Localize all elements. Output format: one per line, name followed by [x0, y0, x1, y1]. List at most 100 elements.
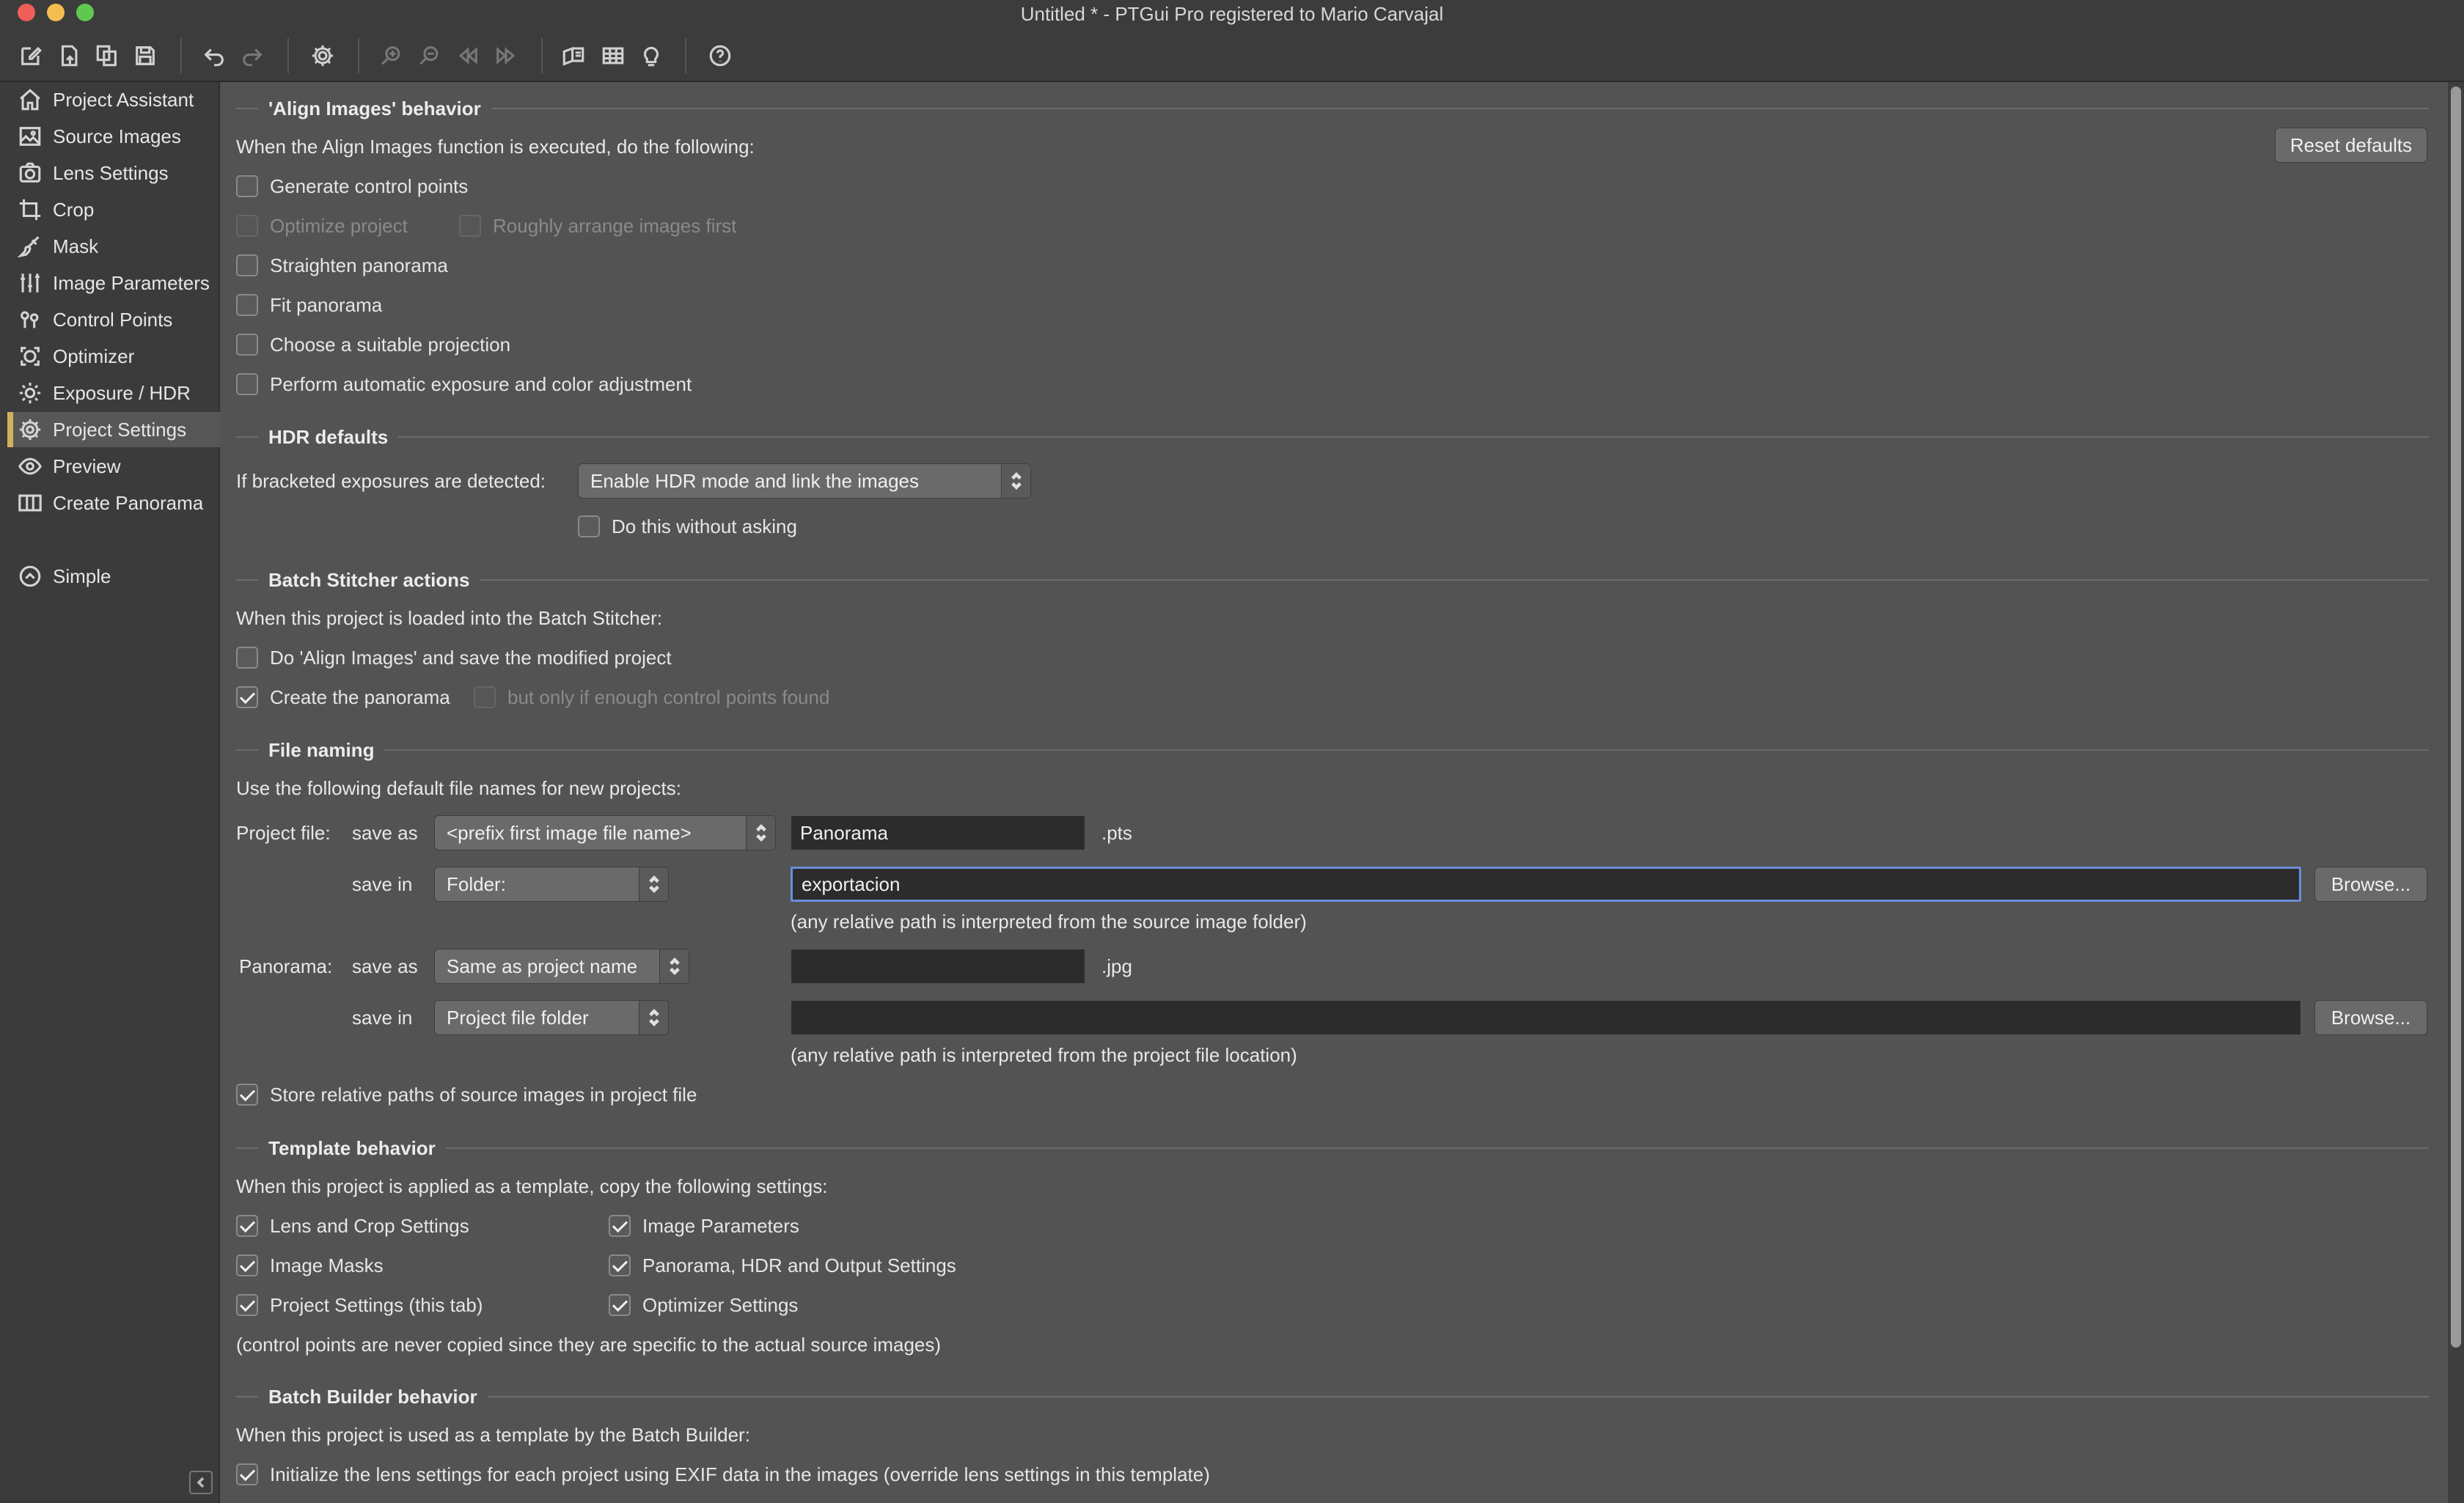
optimize-project-checkbox[interactable]: Optimize project	[236, 213, 408, 238]
roughly-arrange-checkbox[interactable]: Roughly arrange images first	[459, 213, 736, 238]
up-down-arrows-icon	[669, 958, 680, 975]
enough-control-points-checkbox[interactable]: but only if enough control points found	[474, 685, 829, 710]
sidebar-item-label: Optimizer	[53, 345, 135, 367]
auto-exposure-checkbox[interactable]: Perform automatic exposure and color adj…	[236, 372, 692, 397]
minimize-window-button[interactable]	[47, 4, 65, 21]
section-heading: HDR defaults	[268, 425, 389, 448]
template-note: (control points are never copied since t…	[236, 1334, 942, 1356]
sidebar-item-exposure-hdr[interactable]: Exposure / HDR	[7, 375, 220, 411]
image-masks-checkbox[interactable]: Image Masks	[236, 1253, 384, 1278]
project-settings-checkbox[interactable]: Project Settings (this tab)	[236, 1293, 483, 1318]
sidebar-item-label: Exposure / HDR	[53, 381, 191, 404]
sidebar-item-label: Preview	[53, 455, 121, 477]
open-project-icon[interactable]	[53, 40, 85, 72]
straighten-panorama-checkbox[interactable]: Straighten panorama	[236, 253, 448, 278]
sidebar-item-mask[interactable]: Mask	[7, 229, 220, 264]
panorama-name-input[interactable]	[791, 949, 1085, 984]
sidebar-item-project-settings[interactable]: Project Settings	[7, 412, 220, 447]
image-parameters-checkbox[interactable]: Image Parameters	[609, 1213, 799, 1238]
sidebar-item-control-points[interactable]: Control Points	[7, 302, 220, 337]
hdr-label: If bracketed exposures are detected:	[236, 470, 546, 492]
generate-control-points-checkbox[interactable]: Generate control points	[236, 174, 468, 199]
optimizer-settings-checkbox[interactable]: Optimizer Settings	[609, 1293, 798, 1318]
camera-icon	[19, 162, 41, 183]
sidebar-item-label: Project Settings	[53, 418, 187, 441]
section-batch-builder: Batch Builder behavior	[236, 1384, 2429, 1409]
sidebar-item-project-assistant[interactable]: Project Assistant	[7, 82, 220, 117]
panorama-editor-icon[interactable]	[557, 40, 590, 72]
create-panorama-checkbox[interactable]: Create the panorama	[236, 685, 450, 710]
batch-builder-intro: When this project is used as a template …	[236, 1424, 750, 1446]
chevron-up-circle-icon	[19, 565, 41, 587]
sidebar-item-label: Create Panorama	[53, 491, 204, 514]
undo-icon[interactable]	[198, 40, 230, 72]
section-template-behavior: Template behavior	[236, 1136, 2429, 1161]
hdr-mode-select[interactable]: Enable HDR mode and link the images	[578, 463, 1031, 499]
project-save-as-select[interactable]: <prefix first image file name>	[434, 815, 776, 850]
sidebar-item-source-images[interactable]: Source Images	[7, 119, 220, 154]
close-window-button[interactable]	[18, 4, 35, 21]
relative-paths-checkbox[interactable]: Store relative paths of source images in…	[236, 1082, 697, 1107]
previous-icon[interactable]	[452, 40, 484, 72]
panorama-folder-input[interactable]	[791, 1000, 2301, 1035]
section-heading: File naming	[268, 738, 375, 761]
panorama-browse-button[interactable]: Browse...	[2314, 1000, 2427, 1035]
align-and-save-checkbox[interactable]: Do 'Align Images' and save the modified …	[236, 645, 672, 670]
project-path-note: (any relative path is interpreted from t…	[791, 911, 1307, 933]
sidebar-item-simple[interactable]: Simple	[7, 559, 220, 594]
sidebar-item-label: Lens Settings	[53, 161, 169, 184]
next-icon[interactable]	[490, 40, 522, 72]
maximize-window-button[interactable]	[76, 4, 94, 21]
vertical-scrollbar[interactable]	[2448, 82, 2464, 1503]
zoom-out-icon[interactable]	[414, 40, 446, 72]
sidebar-item-label: Control Points	[53, 308, 173, 331]
project-save-in-select[interactable]: Folder:	[434, 867, 669, 902]
zoom-in-icon[interactable]	[375, 40, 408, 72]
panorama-save-in-select[interactable]: Project file folder	[434, 1000, 669, 1035]
project-name-input[interactable]: Panorama	[791, 815, 1085, 850]
sidebar-item-label: Project Assistant	[53, 88, 194, 111]
sidebar-item-preview[interactable]: Preview	[7, 449, 220, 484]
sidebar-item-lens-settings[interactable]: Lens Settings	[7, 155, 220, 191]
sidebar-item-create-panorama[interactable]: Create Panorama	[7, 485, 220, 521]
image-icon	[19, 127, 41, 146]
align-intro: When the Align Images function is execut…	[236, 136, 755, 158]
fit-panorama-checkbox[interactable]: Fit panorama	[236, 293, 382, 317]
new-project-icon[interactable]	[15, 40, 47, 72]
collapse-sidebar-button[interactable]	[189, 1471, 213, 1494]
panorama-hdr-output-checkbox[interactable]: Panorama, HDR and Output Settings	[609, 1253, 956, 1278]
optimizer-icon	[21, 347, 40, 366]
sidebar-item-optimizer[interactable]: Optimizer	[7, 339, 220, 374]
save-icon[interactable]	[129, 40, 161, 72]
gear-icon[interactable]	[307, 40, 339, 72]
redo-icon[interactable]	[236, 40, 268, 72]
init-lens-exif-checkbox[interactable]: Initialize the lens settings for each pr…	[236, 1462, 1210, 1487]
lens-crop-settings-checkbox[interactable]: Lens and Crop Settings	[236, 1213, 469, 1238]
sidebar-item-label: Simple	[53, 565, 111, 587]
project-folder-input[interactable]: exportacion	[791, 867, 2301, 902]
panorama-label: Panorama:	[239, 955, 333, 977]
sidebar-item-crop[interactable]: Crop	[7, 192, 220, 227]
sidebar-item-label: Mask	[53, 235, 99, 257]
suitable-projection-checkbox[interactable]: Choose a suitable projection	[236, 332, 510, 357]
do-without-asking-checkbox[interactable]: Do this without asking	[578, 514, 797, 539]
gear-icon	[19, 419, 41, 441]
sidebar-item-image-parameters[interactable]: Image Parameters	[7, 265, 220, 301]
copy-project-icon[interactable]	[91, 40, 123, 72]
sliders-icon	[21, 273, 40, 293]
project-browse-button[interactable]: Browse...	[2314, 867, 2427, 902]
panorama-save-as-label: save as	[352, 955, 418, 977]
title-bar: Untitled * - PTGui Pro registered to Mar…	[0, 0, 2464, 82]
scrollbar-thumb[interactable]	[2451, 87, 2461, 1348]
reset-defaults-button[interactable]: Reset defaults	[2275, 128, 2427, 163]
section-align-images: 'Align Images' behavior	[236, 96, 2429, 121]
sun-icon	[19, 382, 41, 404]
project-settings-panel: 'Align Images' behavior When the Align I…	[221, 82, 2448, 1503]
table-icon[interactable]	[597, 40, 629, 72]
help-icon[interactable]	[704, 40, 736, 72]
section-batch-stitcher: Batch Stitcher actions	[236, 567, 2429, 592]
lightbulb-icon[interactable]	[635, 40, 667, 72]
panorama-save-as-select[interactable]: Same as project name	[434, 949, 689, 984]
brush-icon	[18, 236, 40, 258]
eye-icon	[18, 457, 42, 475]
